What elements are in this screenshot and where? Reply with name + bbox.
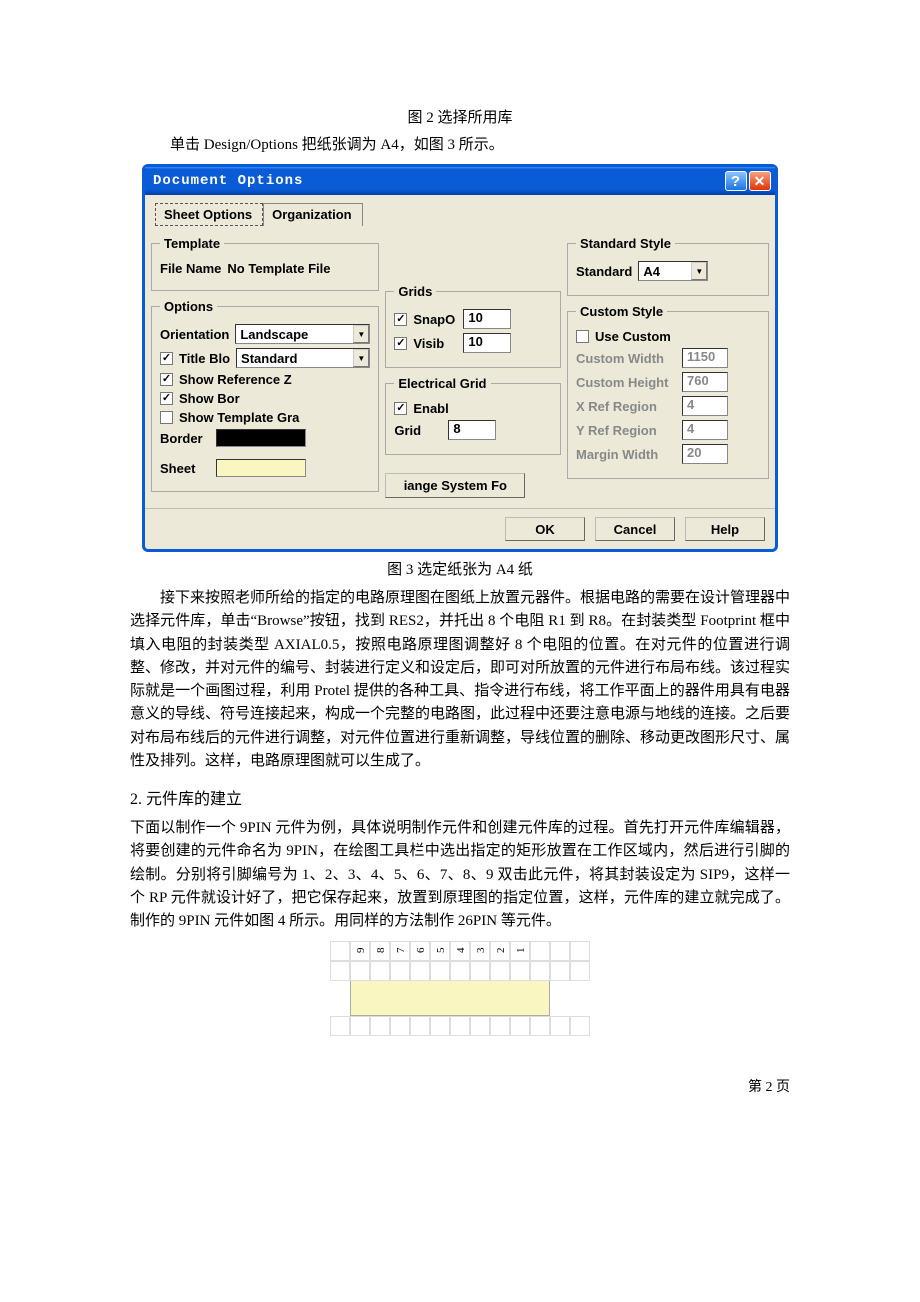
- tab-sheet-options[interactable]: Sheet Options: [155, 203, 263, 226]
- pin-label: 1: [510, 941, 530, 961]
- electrical-grid-group: Electrical Grid Enabl Grid 8: [385, 376, 561, 455]
- snap-input[interactable]: 10: [463, 309, 511, 329]
- show-border-checkbox[interactable]: [160, 392, 173, 405]
- yref-region-input: 4: [682, 420, 728, 440]
- show-template-graphics-label: Show Template Gra: [179, 410, 299, 425]
- titleblock-dropdown[interactable]: Standard ▼: [236, 348, 370, 368]
- show-reference-label: Show Reference Z: [179, 372, 292, 387]
- standard-style-legend: Standard Style: [576, 236, 675, 251]
- dialog-titlebar: Document Options ? ✕: [145, 167, 775, 195]
- grid-value-label: Grid: [394, 423, 442, 438]
- pin-label: 4: [450, 941, 470, 961]
- document-options-dialog: Document Options ? ✕ Sheet Options Organ…: [142, 164, 778, 552]
- show-template-graphics-checkbox[interactable]: [160, 411, 173, 424]
- show-border-label: Show Bor: [179, 391, 240, 406]
- section-2-title: 2. 元件库的建立: [130, 785, 790, 809]
- show-reference-checkbox[interactable]: [160, 373, 173, 386]
- visible-checkbox[interactable]: [394, 337, 407, 350]
- help-button[interactable]: Help: [685, 517, 765, 541]
- enable-egrid-label: Enabl: [413, 401, 448, 416]
- chevron-down-icon[interactable]: ▼: [353, 349, 369, 367]
- custom-height-label: Custom Height: [576, 375, 676, 390]
- pin-top-grid: 9 8 7 6 5 4 3 2 1: [330, 941, 590, 981]
- margin-width-input: 20: [682, 444, 728, 464]
- pin-bottom-grid: [330, 1016, 590, 1036]
- use-custom-checkbox[interactable]: [576, 330, 589, 343]
- sheet-color-swatch[interactable]: [216, 459, 306, 477]
- custom-height-input: 760: [682, 372, 728, 392]
- template-group: Template File Name No Template File: [151, 236, 379, 291]
- sheet-color-label: Sheet: [160, 461, 210, 476]
- ok-button[interactable]: OK: [505, 517, 585, 541]
- pin-label: 6: [410, 941, 430, 961]
- change-system-font-button[interactable]: iange System Fo: [385, 473, 525, 498]
- template-filename-value: No Template File: [227, 261, 330, 276]
- pin-label: 2: [490, 941, 510, 961]
- grid-value-input[interactable]: 8: [448, 420, 496, 440]
- titleblock-checkbox[interactable]: [160, 352, 173, 365]
- visible-input[interactable]: 10: [463, 333, 511, 353]
- paragraph-2: 下面以制作一个 9PIN 元件为例，具体说明制作元件和创建元件库的过程。首先打开…: [130, 817, 790, 933]
- fig2-followup-text: 单击 Design/Options 把纸张调为 A4，如图 3 所示。: [130, 133, 790, 154]
- chevron-down-icon[interactable]: ▼: [691, 262, 707, 280]
- custom-style-legend: Custom Style: [576, 304, 667, 319]
- template-filename-label: File Name: [160, 261, 221, 276]
- standard-label: Standard: [576, 264, 632, 279]
- grids-legend: Grids: [394, 284, 436, 299]
- standard-style-group: Standard Style Standard A4 ▼: [567, 236, 769, 296]
- xref-region-input: 4: [682, 396, 728, 416]
- orientation-label: Orientation: [160, 327, 229, 342]
- border-color-swatch[interactable]: [216, 429, 306, 447]
- custom-width-input: 1150: [682, 348, 728, 368]
- page-number: 第 2 页: [130, 1076, 790, 1096]
- visible-label: Visib: [413, 336, 457, 351]
- snap-checkbox[interactable]: [394, 313, 407, 326]
- standard-dropdown[interactable]: A4 ▼: [638, 261, 708, 281]
- snap-label: SnapO: [413, 312, 457, 327]
- border-color-label: Border: [160, 431, 210, 446]
- custom-style-group: Custom Style Use Custom Custom Width 115…: [567, 304, 769, 479]
- help-icon[interactable]: ?: [725, 171, 747, 191]
- component-body: [330, 980, 590, 1016]
- close-icon[interactable]: ✕: [749, 171, 771, 191]
- component-figure: 9 8 7 6 5 4 3 2 1: [330, 941, 590, 1036]
- pin-label: 7: [390, 941, 410, 961]
- template-legend: Template: [160, 236, 224, 251]
- yref-region-label: Y Ref Region: [576, 423, 676, 438]
- pin-label: 8: [370, 941, 390, 961]
- pin-label: 9: [350, 941, 370, 961]
- tab-organization[interactable]: Organization: [263, 203, 362, 226]
- figure-2-caption: 图 2 选择所用库: [130, 106, 790, 127]
- figure-3-caption: 图 3 选定纸张为 A4 纸: [130, 558, 790, 579]
- margin-width-label: Margin Width: [576, 447, 676, 462]
- cancel-button[interactable]: Cancel: [595, 517, 675, 541]
- grids-group: Grids SnapO 10 Visib 10: [385, 284, 561, 368]
- titleblock-label: Title Blo: [179, 351, 230, 366]
- options-legend: Options: [160, 299, 217, 314]
- pin-label: 5: [430, 941, 450, 961]
- enable-egrid-checkbox[interactable]: [394, 402, 407, 415]
- options-group: Options Orientation Landscape ▼ Title Bl…: [151, 299, 379, 492]
- dialog-title: Document Options: [153, 173, 723, 189]
- xref-region-label: X Ref Region: [576, 399, 676, 414]
- pin-label: 3: [470, 941, 490, 961]
- chevron-down-icon[interactable]: ▼: [353, 325, 369, 343]
- custom-width-label: Custom Width: [576, 351, 676, 366]
- use-custom-label: Use Custom: [595, 329, 671, 344]
- orientation-dropdown[interactable]: Landscape ▼: [235, 324, 370, 344]
- electrical-grid-legend: Electrical Grid: [394, 376, 490, 391]
- paragraph-1: 接下来按照老师所给的指定的电路原理图在图纸上放置元器件。根据电路的需要在设计管理…: [130, 587, 790, 773]
